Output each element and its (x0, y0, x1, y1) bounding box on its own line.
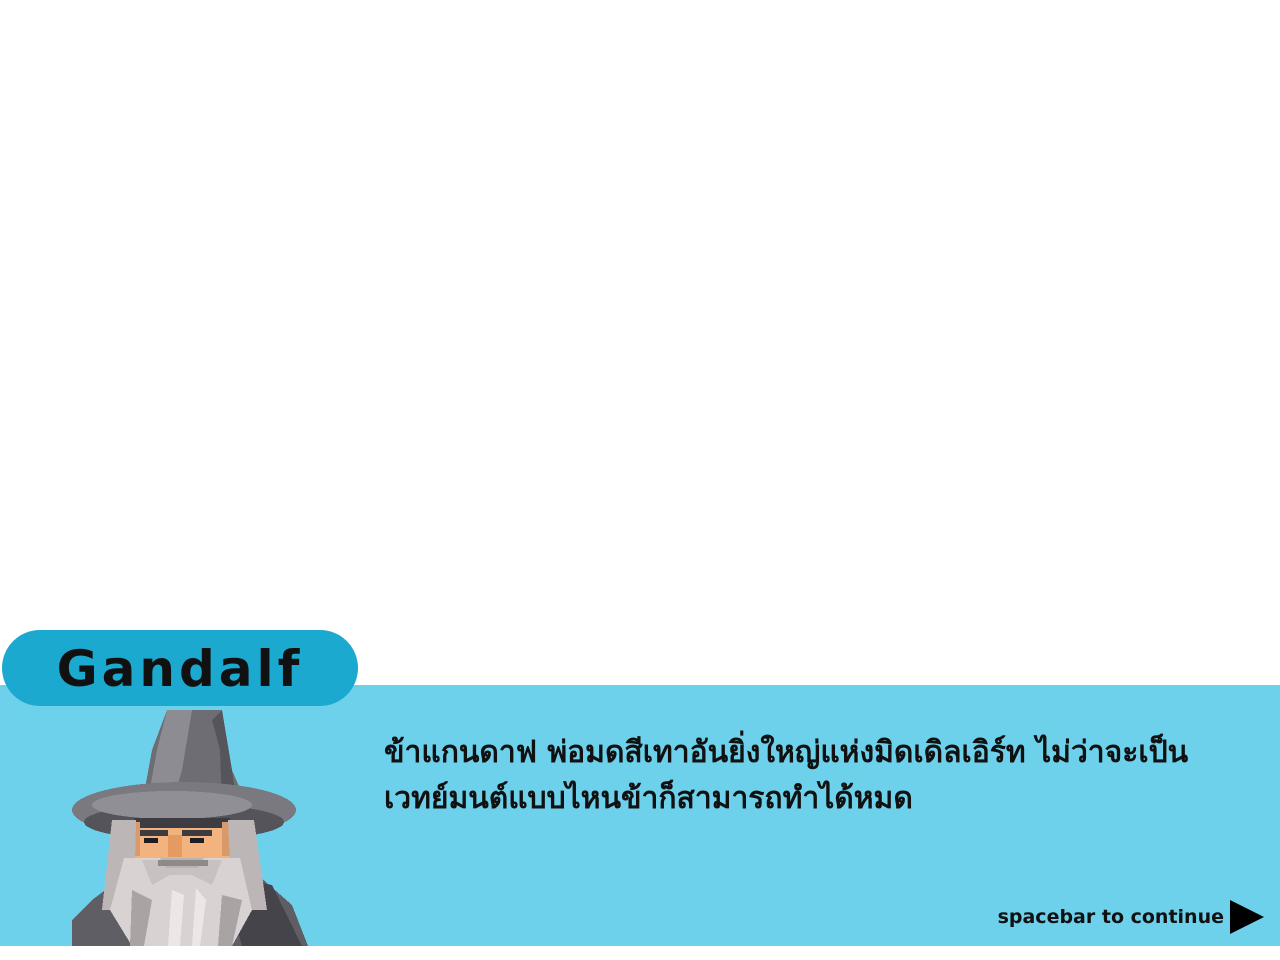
game-stage: Gandalf ข้าแกนดาฟ พ่อมดสีเทาอันยิ่งใหญ่แ… (0, 0, 1280, 960)
continue-hint-label: spacebar to continue (997, 906, 1224, 928)
speaker-name: Gandalf (56, 640, 304, 698)
speaker-name-plate: Gandalf (2, 630, 358, 706)
play-arrow-icon[interactable] (1230, 900, 1264, 934)
dialog-line: เวทย์มนต์แบบไหนข้าก็สามารถทำได้หมด (384, 781, 913, 816)
dialog-line: ข้าแกนดาฟ พ่อมดสีเทาอันยิ่งใหญ่แห่งมิดเด… (384, 735, 1189, 770)
dialog-text: ข้าแกนดาฟ พ่อมดสีเทาอันยิ่งใหญ่แห่งมิดเด… (384, 730, 1244, 822)
wizard-portrait (72, 710, 308, 946)
continue-hint[interactable]: spacebar to continue (998, 900, 1264, 934)
